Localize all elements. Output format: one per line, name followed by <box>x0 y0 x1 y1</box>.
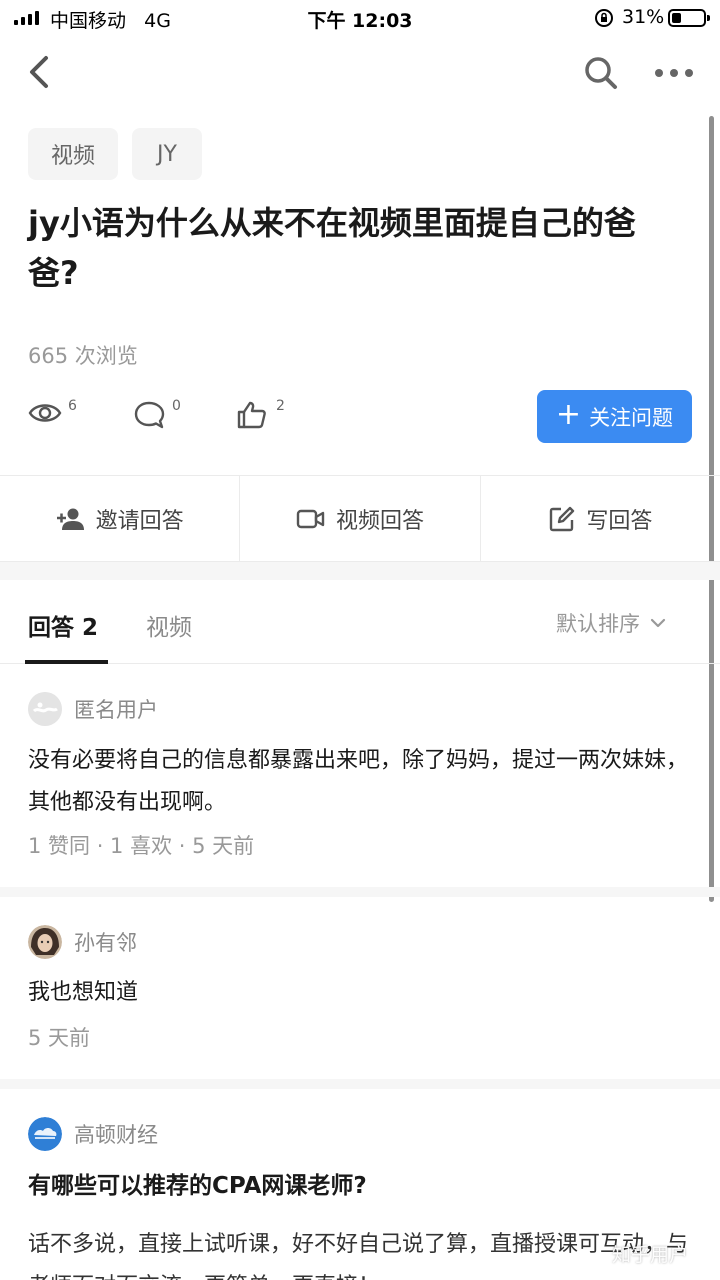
comment-bubble-icon <box>134 401 165 429</box>
answer-tabs: 回答 2 视频 默认排序 <box>0 580 720 664</box>
follow-button-label: 关注问题 <box>589 405 674 430</box>
author-name: 匿名用户 <box>74 698 158 722</box>
invite-answer-label: 邀请回答 <box>95 508 184 534</box>
promoted-excerpt[interactable]: 话不多说，直接上试听课，好不好自己说了算，直播授课可互动，与老师面对面交流，更简… <box>28 1224 708 1280</box>
avatar <box>28 925 62 959</box>
tab-video[interactable]: 视频 <box>146 608 192 642</box>
promoted-title[interactable]: 有哪些可以推荐的CPA网课老师? <box>28 1166 367 1200</box>
battery-level-fill <box>672 13 681 23</box>
promoted-author[interactable]: 高顿财经 <box>28 1117 158 1151</box>
answer-meta: 5 天前 <box>28 1026 91 1050</box>
answer-excerpt[interactable]: 没有必要将自己的信息都暴露出来吧，除了妈妈，提过一两次妹妹，其他都没有出现啊。 <box>28 740 688 824</box>
sort-dropdown[interactable]: 默认排序 <box>556 608 666 638</box>
gaodun-logo <box>28 1117 62 1151</box>
section-gap <box>0 562 720 580</box>
write-answer-button[interactable]: 写回答 <box>479 476 720 561</box>
video-answer-button[interactable]: 视频回答 <box>239 476 479 561</box>
chevron-down-icon <box>650 618 666 628</box>
add-person-icon <box>56 508 84 530</box>
battery-percent: 31% <box>622 6 665 28</box>
eye-icon <box>28 404 62 422</box>
active-tab-indicator <box>25 660 108 664</box>
follow-question-button[interactable]: + 关注问题 <box>537 390 692 443</box>
answer-meta: 1 赞同 · 1 喜欢 · 5 天前 <box>28 834 255 858</box>
feed-divider <box>0 887 720 897</box>
rotation-lock-icon <box>595 9 613 27</box>
answer-excerpt[interactable]: 我也想知道 <box>28 972 688 1014</box>
video-answer-label: 视频回答 <box>335 508 424 534</box>
tab-answers[interactable]: 回答 2 <box>28 608 98 642</box>
question-title: jy小语为什么从来不在视频里面提自己的爸爸? <box>28 204 636 292</box>
write-answer-label: 写回答 <box>586 508 653 534</box>
edit-pencil-icon <box>550 506 575 531</box>
chevron-left-icon[interactable] <box>22 52 58 92</box>
battery-icon <box>668 9 710 27</box>
comments-count: 0 <box>172 398 181 414</box>
author-name: 孙有邻 <box>74 931 137 955</box>
topic-tag-video[interactable]: 视频 <box>28 128 118 180</box>
answer-author[interactable]: 孙有邻 <box>28 925 137 959</box>
plus-icon: + <box>555 397 582 432</box>
watermark: 知乎用户 <box>612 1244 689 1266</box>
sort-label: 默认排序 <box>556 612 640 636</box>
status-bar: 中国移动 4G 下午 12:03 31% <box>0 0 720 36</box>
answer-author[interactable]: 匿名用户 <box>28 692 158 726</box>
feed-divider <box>0 1079 720 1089</box>
search-icon[interactable] <box>582 54 620 92</box>
view-count: 665 次浏览 <box>28 344 138 368</box>
more-dots-icon[interactable] <box>652 60 696 86</box>
likes-count: 2 <box>276 398 285 414</box>
topic-tag-jy[interactable]: JY <box>132 128 202 180</box>
views-count: 6 <box>68 398 77 414</box>
answer-actions-bar: 邀请回答 视频回答 写回答 <box>0 475 720 562</box>
avatar <box>28 692 62 726</box>
video-camera-icon <box>296 509 325 528</box>
invite-answer-button[interactable]: 邀请回答 <box>0 476 239 561</box>
thumbs-up-icon <box>237 401 266 429</box>
author-name: 高顿财经 <box>74 1123 158 1147</box>
